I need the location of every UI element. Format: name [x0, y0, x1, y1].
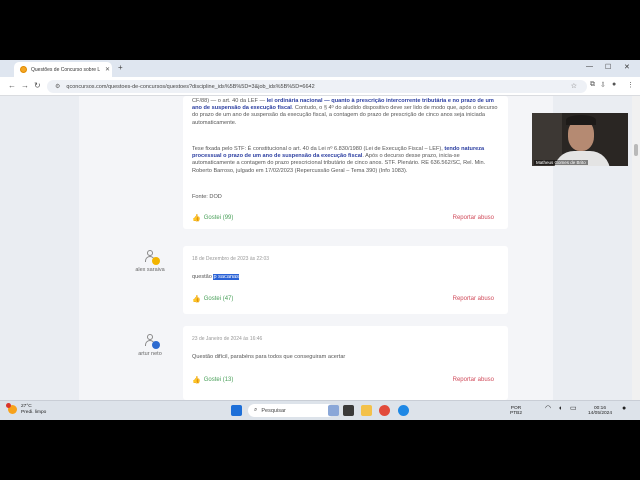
minimize-icon[interactable]: — — [586, 63, 593, 70]
thumbs-up-icon: 👍 — [192, 377, 201, 384]
thumbs-up-icon: 👍 — [192, 296, 201, 303]
star-icon[interactable]: ☆ — [571, 82, 577, 90]
forward-icon[interactable]: → — [21, 81, 29, 90]
thumbs-up-icon: 👍 — [192, 215, 201, 222]
page-scrollbar[interactable] — [632, 96, 640, 400]
avatar-icon — [143, 334, 160, 349]
author-name: artur neto — [138, 351, 162, 357]
app-icon[interactable] — [398, 405, 409, 416]
comment-date: 23 de Janeiro de 2024 às 16:46 — [192, 336, 263, 342]
badge-icon — [152, 257, 160, 265]
profile-icon[interactable]: ● — [612, 81, 616, 88]
menu-icon[interactable]: ⋮ — [627, 81, 634, 89]
comment-author[interactable]: artur neto — [120, 334, 180, 357]
tab-title: Questões de Concurso sobre L — [31, 66, 101, 73]
comment-source: Fonte: DOD — [192, 194, 222, 200]
windows-taskbar: 27°C Predi. limpo ⌕ Pesquisar POR PTB2 ◠ ◖… — [0, 400, 640, 420]
like-button[interactable]: 👍 Gostei (99) — [192, 214, 233, 222]
comment-date: 18 de Dezembro de 2023 às 22:03 — [192, 256, 269, 262]
tab-close-icon[interactable]: ✕ — [105, 66, 110, 73]
search-icon: ⌕ — [254, 407, 258, 413]
webcam-caption: Matheus Gomes de Brito — [534, 160, 588, 165]
task-view-icon[interactable] — [343, 405, 354, 416]
close-window-icon[interactable]: ✕ — [624, 63, 630, 71]
wifi-icon[interactable]: ◠ — [545, 405, 551, 412]
weather-widget[interactable]: 27°C Predi. limpo — [6, 403, 47, 415]
clock[interactable]: 00:16 14/05/2024 — [588, 406, 612, 416]
like-button[interactable]: 👍 Gostei (13) — [192, 376, 233, 384]
volume-icon[interactable]: ◖ — [558, 405, 562, 412]
url-bar[interactable]: ⚙ qconcursos.com/questoes-de-concursos/q… — [47, 80, 587, 93]
comment-author[interactable]: alex saraiva — [120, 250, 180, 273]
maximize-icon[interactable]: ☐ — [605, 63, 611, 71]
badge-icon — [152, 341, 160, 349]
tab-strip: Questões de Concurso sobre L ✕ + — ☐ ✕ — [0, 60, 640, 77]
report-abuse-link[interactable]: Reportar abuso — [453, 215, 494, 221]
download-icon[interactable]: ⇩ — [600, 81, 606, 89]
widgets-icon[interactable] — [328, 405, 339, 416]
comment-text: Questão difícil, parabéns para todos que… — [192, 354, 346, 360]
notification-icon[interactable]: ● — [622, 405, 626, 412]
extensions-icon[interactable]: ⧉ — [590, 81, 595, 89]
weather-text: Predi. limpo — [21, 409, 47, 415]
weather-icon — [6, 403, 17, 414]
new-tab-button[interactable]: + — [118, 63, 123, 72]
like-count: Gostei (13) — [203, 377, 234, 383]
comment-card: CF/88) — o art. 40 da LEF — lei ordinári… — [183, 96, 508, 229]
comment-card: 18 de Dezembro de 2023 às 22:03 questão … — [183, 246, 508, 314]
scrollbar-thumb[interactable] — [634, 144, 638, 156]
author-name: alex saraiva — [135, 267, 165, 273]
address-toolbar: ← → ↻ ⚙ qconcursos.com/questoes-de-concu… — [0, 77, 640, 96]
search-label: Pesquisar — [261, 407, 286, 414]
taskbar-search[interactable]: ⌕ Pesquisar — [248, 404, 334, 417]
report-abuse-link[interactable]: Reportar abuso — [453, 296, 494, 302]
url-text: qconcursos.com/questoes-de-concursos/que… — [66, 83, 315, 90]
battery-icon[interactable]: ▭ — [570, 405, 577, 412]
like-count: Gostei (47) — [203, 296, 234, 302]
chrome-icon[interactable] — [379, 405, 390, 416]
comment-text[interactable]: questão p sacanas — [192, 274, 239, 281]
like-button[interactable]: 👍 Gostei (47) — [192, 295, 233, 303]
comment-card: 23 de Janeiro de 2024 às 16:46 Questão d… — [183, 326, 508, 400]
webcam-overlay: Matheus Gomes de Brito — [532, 113, 628, 166]
reload-icon[interactable]: ↻ — [34, 81, 41, 90]
tab-favicon-icon — [20, 66, 27, 73]
selected-text: p sacanas — [213, 274, 239, 280]
back-icon[interactable]: ← — [8, 81, 16, 90]
language-indicator[interactable]: POR PTB2 — [510, 406, 522, 416]
avatar-icon — [143, 250, 160, 265]
file-explorer-icon[interactable] — [361, 405, 372, 416]
report-abuse-link[interactable]: Reportar abuso — [453, 377, 494, 383]
comment-text: Tese fixada pelo STF: É constitucional o… — [192, 146, 486, 174]
browser-tab[interactable]: Questões de Concurso sobre L ✕ — [14, 62, 112, 77]
browser-window: Questões de Concurso sobre L ✕ + — ☐ ✕ ←… — [0, 60, 640, 420]
comment-text: CF/88) — o art. 40 da LEF — lei ordinári… — [192, 98, 498, 126]
like-count: Gostei (99) — [203, 215, 234, 221]
lock-icon[interactable]: ⚙ — [55, 83, 60, 90]
windows-start-icon[interactable] — [231, 405, 242, 416]
